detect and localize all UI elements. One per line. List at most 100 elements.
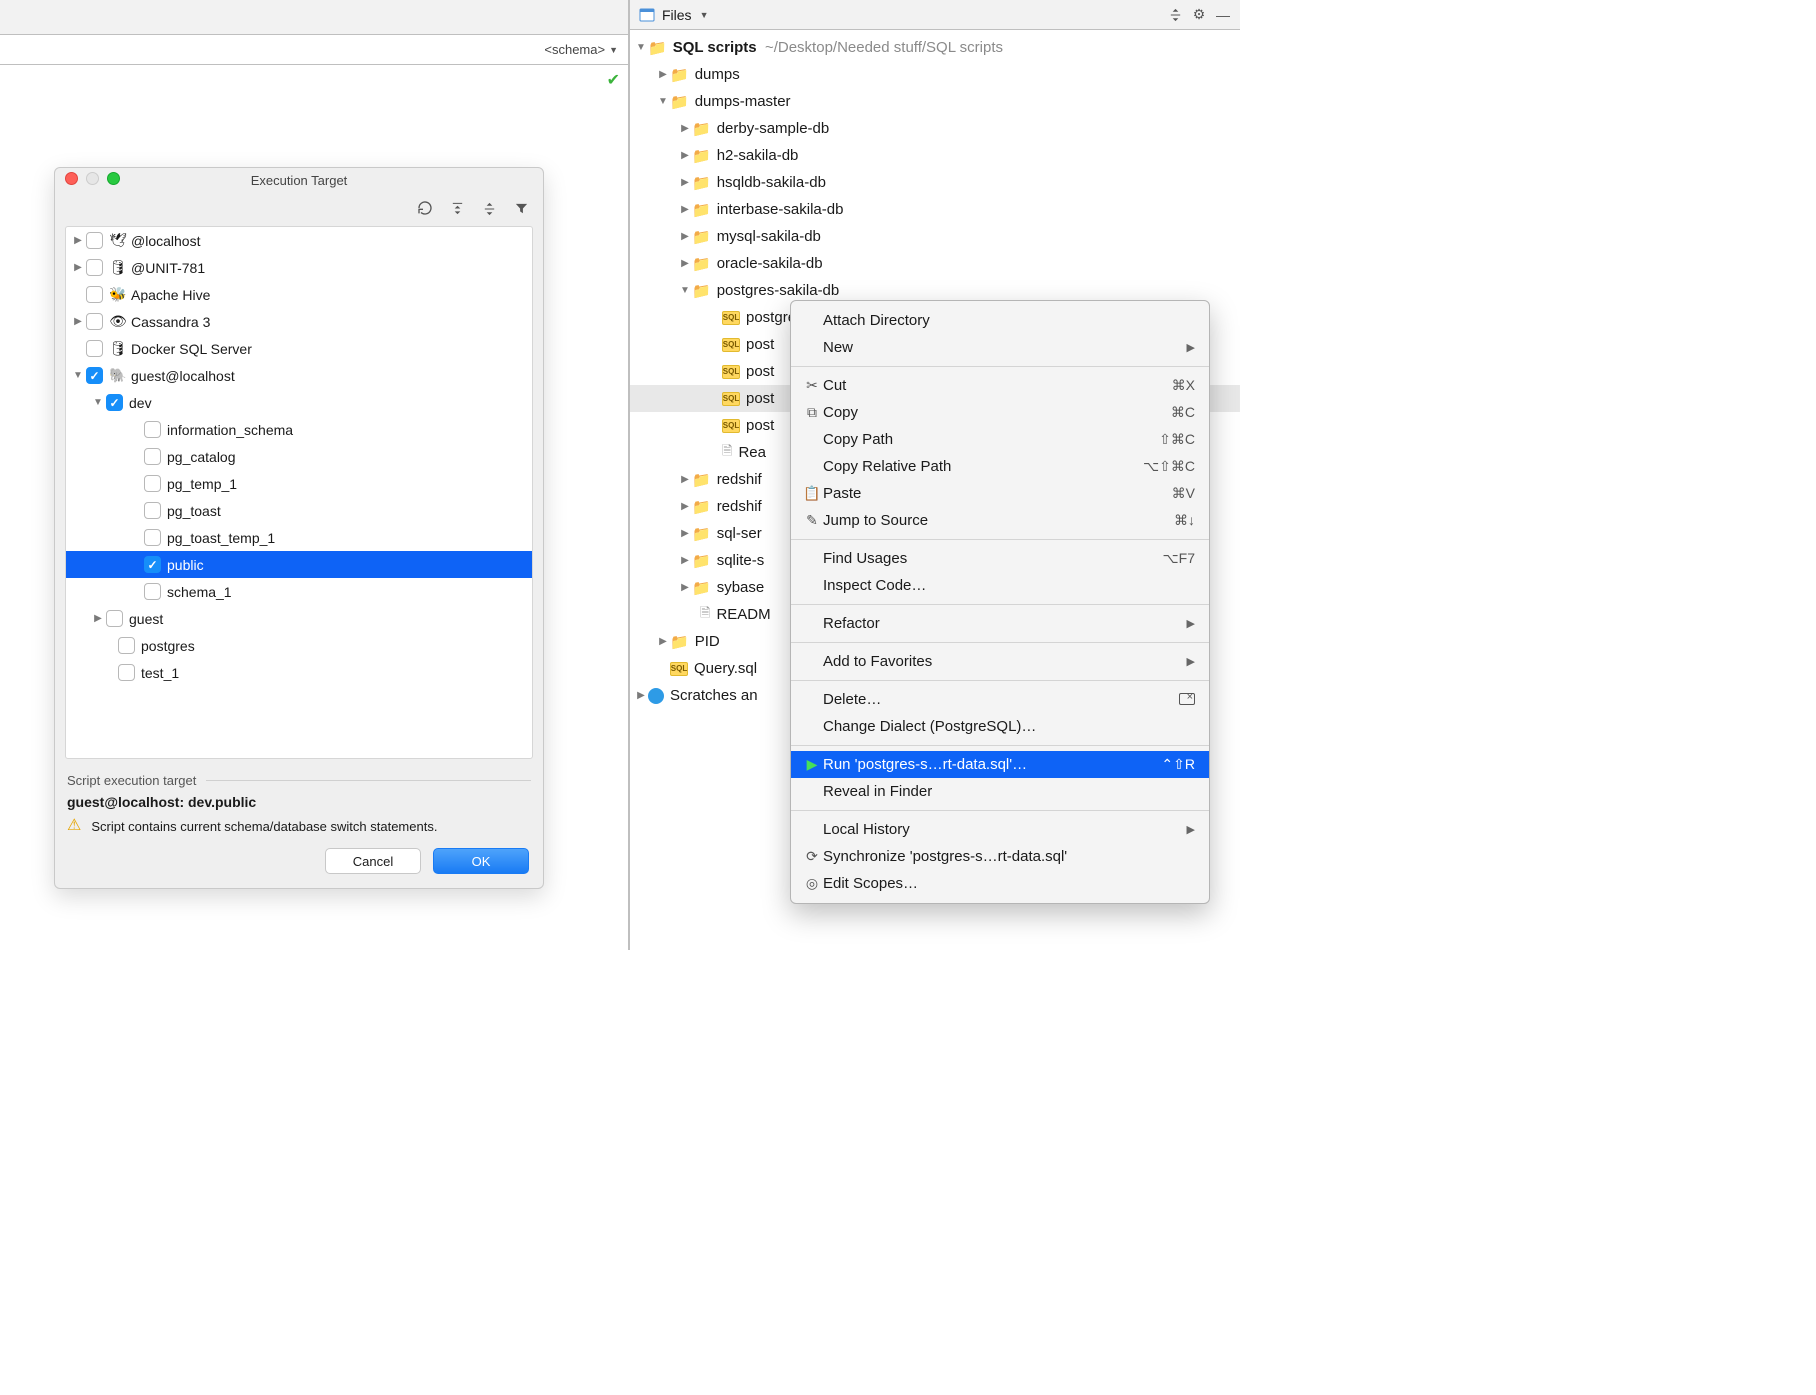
tree-row-selected[interactable]: public	[66, 551, 532, 578]
ctx-run-sql[interactable]: ▶Run 'postgres-s…rt-data.sql'…⌃⇧R	[791, 751, 1209, 778]
folder-label: sql-ser	[717, 525, 762, 542]
refresh-icon[interactable]	[417, 200, 433, 216]
ctx-attach-directory[interactable]: Attach Directory	[791, 307, 1209, 334]
checkbox[interactable]	[86, 367, 103, 384]
shortcut: ⌘C	[1171, 404, 1195, 421]
checkbox[interactable]	[106, 610, 123, 627]
ctx-find-usages[interactable]: Find Usages⌥F7	[791, 545, 1209, 572]
shortcut: ⌘X	[1172, 377, 1195, 394]
tree-row[interactable]: pg_toast	[66, 497, 532, 524]
folder-icon: 📁	[692, 525, 711, 543]
ctx-synchronize[interactable]: ⟳Synchronize 'postgres-s…rt-data.sql'	[791, 843, 1209, 870]
ctx-copy-path[interactable]: Copy Path⇧⌘C	[791, 426, 1209, 453]
ctx-cut[interactable]: ✂Cut⌘X	[791, 372, 1209, 399]
tree-row[interactable]: ▶guest	[66, 605, 532, 632]
checkbox[interactable]	[86, 340, 103, 357]
tree-row[interactable]: pg_catalog	[66, 443, 532, 470]
ctx-inspect-code[interactable]: Inspect Code…	[791, 572, 1209, 599]
sql-file-icon: SQL	[722, 311, 740, 325]
filter-icon[interactable]	[513, 200, 529, 216]
ok-button[interactable]: OK	[433, 848, 529, 874]
ctx-change-dialect[interactable]: Change Dialect (PostgreSQL)…	[791, 713, 1209, 740]
checkbox[interactable]	[106, 394, 123, 411]
tree-row[interactable]: ▶🛢@UNIT-781	[66, 254, 532, 281]
checkbox[interactable]	[144, 421, 161, 438]
tree-row[interactable]: ▼📁dumps-master	[630, 88, 1240, 115]
checkbox[interactable]	[86, 286, 103, 303]
files-panel-header[interactable]: Files ▼ ⚙ —	[630, 0, 1240, 30]
ctx-new[interactable]: New▶	[791, 334, 1209, 361]
checkbox[interactable]	[86, 259, 103, 276]
schema-label: pg_toast_temp_1	[167, 530, 275, 546]
tree-row[interactable]: ▼🐘guest@localhost	[66, 362, 532, 389]
ctx-local-history[interactable]: Local History▶	[791, 816, 1209, 843]
tree-row[interactable]: ▶👁Cassandra 3	[66, 308, 532, 335]
close-icon[interactable]	[65, 172, 78, 185]
file-label: post	[746, 417, 774, 434]
tree-row[interactable]: information_schema	[66, 416, 532, 443]
folder-icon: 📁	[648, 39, 667, 57]
tree-row[interactable]: 🐝Apache Hive	[66, 281, 532, 308]
collapse-all-icon[interactable]	[1166, 6, 1184, 24]
datasource-label: @localhost	[131, 233, 200, 249]
minimize-icon[interactable]	[86, 172, 99, 185]
dialog-titlebar[interactable]: Execution Target	[55, 168, 543, 192]
ctx-jump-to-source[interactable]: ✎Jump to Source⌘↓	[791, 507, 1209, 534]
tree-row[interactable]: schema_1	[66, 578, 532, 605]
checkbox[interactable]	[118, 664, 135, 681]
tree-row[interactable]: pg_temp_1	[66, 470, 532, 497]
tree-row[interactable]: test_1	[66, 659, 532, 686]
tree-row[interactable]: ▼dev	[66, 389, 532, 416]
tree-row[interactable]: ▶📁dumps	[630, 61, 1240, 88]
tree-row[interactable]: ▶📁mysql-sakila-db	[630, 223, 1240, 250]
tree-row[interactable]: postgres	[66, 632, 532, 659]
gear-icon[interactable]: ⚙	[1190, 6, 1208, 24]
folder-path: ~/Desktop/Needed stuff/SQL scripts	[765, 39, 1003, 56]
checkbox[interactable]	[144, 529, 161, 546]
ctx-add-to-favorites[interactable]: Add to Favorites▶	[791, 648, 1209, 675]
ctx-refactor[interactable]: Refactor▶	[791, 610, 1209, 637]
checkbox[interactable]	[144, 448, 161, 465]
tree-row[interactable]: ▼📁SQL scripts ~/Desktop/Needed stuff/SQL…	[630, 34, 1240, 61]
tree-row[interactable]: 🛢Docker SQL Server	[66, 335, 532, 362]
tree-row[interactable]: ▶📁h2-sakila-db	[630, 142, 1240, 169]
tree-row[interactable]: ▶📁derby-sample-db	[630, 115, 1240, 142]
checkbox[interactable]	[86, 232, 103, 249]
tree-row[interactable]: pg_toast_temp_1	[66, 524, 532, 551]
ctx-edit-scopes[interactable]: ◎Edit Scopes…	[791, 870, 1209, 897]
cancel-button[interactable]: Cancel	[325, 848, 421, 874]
maximize-icon[interactable]	[107, 172, 120, 185]
hide-panel-icon[interactable]: —	[1214, 6, 1232, 24]
datasource-label: @UNIT-781	[131, 260, 205, 276]
datasource-icon: 🛢	[109, 340, 127, 357]
folder-icon: 📁	[692, 174, 711, 192]
schema-dropdown[interactable]: <schema> ▼	[0, 35, 628, 65]
folder-icon: 📁	[692, 120, 711, 138]
ctx-copy-relative-path[interactable]: Copy Relative Path⌥⇧⌘C	[791, 453, 1209, 480]
db-label: guest	[129, 611, 163, 627]
scratches-label: Scratches an	[670, 687, 758, 704]
ctx-delete[interactable]: Delete…	[791, 686, 1209, 713]
ctx-paste[interactable]: 📋Paste⌘V	[791, 480, 1209, 507]
tree-row[interactable]: ▶📁hsqldb-sakila-db	[630, 169, 1240, 196]
datasource-tree[interactable]: ▶🕊@localhost ▶🛢@UNIT-781 🐝Apache Hive ▶👁…	[65, 226, 533, 759]
ctx-reveal-in-finder[interactable]: Reveal in Finder	[791, 778, 1209, 805]
ctx-copy[interactable]: ⧉Copy⌘C	[791, 399, 1209, 426]
tree-row[interactable]: ▶📁oracle-sakila-db	[630, 250, 1240, 277]
folder-icon: 📁	[692, 147, 711, 165]
folder-label: dumps-master	[695, 93, 791, 110]
folder-icon: 📁	[692, 282, 711, 300]
collapse-all-icon[interactable]	[481, 200, 497, 216]
checkbox[interactable]	[144, 583, 161, 600]
schema-label: pg_catalog	[167, 449, 236, 465]
checkbox[interactable]	[144, 556, 161, 573]
db-label: test_1	[141, 665, 179, 681]
checkbox[interactable]	[118, 637, 135, 654]
tree-row[interactable]: ▶📁interbase-sakila-db	[630, 196, 1240, 223]
tree-row[interactable]: ▶🕊@localhost	[66, 227, 532, 254]
checkbox[interactable]	[86, 313, 103, 330]
checkbox[interactable]	[144, 502, 161, 519]
checkbox[interactable]	[144, 475, 161, 492]
chevron-down-icon[interactable]: ▼	[700, 10, 709, 20]
expand-all-icon[interactable]	[449, 200, 465, 216]
